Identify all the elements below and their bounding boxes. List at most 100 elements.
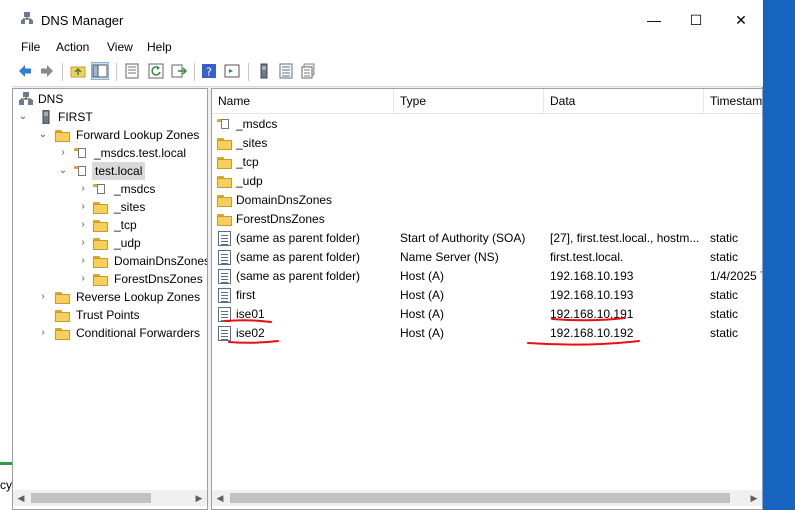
folder-icon bbox=[93, 236, 109, 250]
forward-arrow-icon[interactable] bbox=[39, 63, 55, 79]
column-header-timestamp[interactable]: Timestam bbox=[704, 89, 762, 113]
up-folder-icon[interactable] bbox=[70, 63, 86, 79]
collapse-chevron-icon[interactable]: ⌄ bbox=[58, 162, 68, 180]
expand-chevron-icon[interactable]: › bbox=[78, 216, 88, 234]
column-header-data[interactable]: Data bbox=[544, 89, 704, 113]
cell-type: Host (A) bbox=[400, 288, 445, 302]
cell-name: (same as parent folder) bbox=[236, 250, 361, 264]
tree-horizontal-scrollbar[interactable]: ◀ ▶ bbox=[13, 490, 207, 506]
expand-chevron-icon[interactable]: › bbox=[78, 270, 88, 288]
tree-label: Forward Lookup Zones bbox=[76, 128, 200, 142]
list-item[interactable]: ForestDnsZones bbox=[212, 210, 762, 229]
list-item[interactable]: _msdcs bbox=[212, 115, 762, 134]
tree-item-trust-points[interactable]: Trust Points bbox=[13, 306, 140, 324]
cell-type: Host (A) bbox=[400, 269, 445, 283]
expand-chevron-icon[interactable]: › bbox=[78, 234, 88, 252]
tree-item-conditional-forwarders[interactable]: › Conditional Forwarders bbox=[13, 324, 200, 342]
table-row[interactable]: (same as parent folder) Start of Authori… bbox=[212, 229, 762, 248]
tree-label: _sites bbox=[114, 200, 146, 214]
minimize-button[interactable]: — bbox=[640, 9, 668, 31]
tree-item-sites[interactable]: › _sites bbox=[13, 198, 145, 216]
folder-icon bbox=[217, 193, 233, 207]
dns-record-icon bbox=[218, 288, 231, 303]
column-header-name[interactable]: Name bbox=[212, 89, 394, 113]
tree-label: _msdcs.test.local bbox=[94, 146, 187, 160]
expand-chevron-icon[interactable]: › bbox=[78, 252, 88, 270]
folder-icon bbox=[55, 128, 71, 142]
cell-name: DomainDnsZones bbox=[236, 193, 333, 207]
console-tree-pane: DNS ⌄ FIRST ⌄ Forward Lookup Zones › _ms… bbox=[12, 88, 208, 510]
menu-help[interactable]: Help bbox=[147, 40, 172, 54]
cell-timestamp: static bbox=[710, 250, 739, 264]
dns-manager-window: DNS Manager — ☐ ✕ File Action View Help … bbox=[12, 0, 763, 510]
column-header-type[interactable]: Type bbox=[394, 89, 544, 113]
tree-item-msdcs[interactable]: › _msdcs bbox=[13, 180, 155, 198]
tree-label: _msdcs bbox=[114, 182, 156, 196]
tree-item-domaindnszones[interactable]: › DomainDnsZones bbox=[13, 252, 207, 270]
close-button[interactable]: ✕ bbox=[727, 9, 755, 31]
collapse-chevron-icon[interactable]: ⌄ bbox=[38, 126, 48, 144]
list-item[interactable]: DomainDnsZones bbox=[212, 191, 762, 210]
expand-chevron-icon[interactable]: › bbox=[78, 198, 88, 216]
folder-icon bbox=[217, 174, 233, 188]
scroll-left-arrow-icon[interactable]: ◀ bbox=[212, 490, 228, 506]
scroll-left-arrow-icon[interactable]: ◀ bbox=[13, 490, 29, 506]
table-row[interactable]: (same as parent folder) Host (A) 192.168… bbox=[212, 267, 763, 286]
list-item[interactable]: _udp bbox=[212, 172, 762, 191]
cell-name: _sites bbox=[236, 136, 268, 150]
tree-item-reverse-lookup-zones[interactable]: › Reverse Lookup Zones bbox=[13, 288, 200, 306]
server-icon bbox=[42, 110, 50, 124]
window-title: DNS Manager bbox=[41, 13, 124, 28]
desktop-background-right bbox=[763, 0, 795, 510]
tree-label: _udp bbox=[114, 236, 141, 250]
action-pane-icon[interactable] bbox=[224, 63, 240, 79]
scroll-right-arrow-icon[interactable]: ▶ bbox=[746, 490, 762, 506]
list-item[interactable]: _tcp bbox=[212, 153, 762, 172]
desktop-green-bar bbox=[0, 462, 12, 465]
cell-timestamp: 1/4/2025 7 bbox=[710, 269, 763, 283]
menu-action[interactable]: Action bbox=[56, 40, 89, 54]
records-stack-icon[interactable] bbox=[300, 63, 316, 79]
tree-item-test-local[interactable]: ⌄ test.local bbox=[13, 162, 146, 180]
tree-item-udp[interactable]: › _udp bbox=[13, 234, 141, 252]
tree-label-selected: test.local bbox=[92, 162, 146, 180]
scrollbar-thumb[interactable] bbox=[230, 493, 730, 503]
title-bar: DNS Manager — ☐ ✕ bbox=[12, 0, 763, 38]
table-row[interactable]: first Host (A) 192.168.10.193 static bbox=[212, 286, 762, 305]
table-row[interactable]: (same as parent folder) Name Server (NS)… bbox=[212, 248, 762, 267]
export-list-icon[interactable] bbox=[171, 63, 187, 79]
tree-label: ForestDnsZones bbox=[114, 272, 203, 286]
cell-data: 192.168.10.193 bbox=[550, 288, 634, 302]
scroll-right-arrow-icon[interactable]: ▶ bbox=[191, 490, 207, 506]
properties-icon[interactable] bbox=[124, 63, 140, 79]
expand-chevron-icon[interactable]: › bbox=[38, 324, 48, 342]
desktop-partial-text: cy bbox=[0, 478, 12, 492]
refresh-icon[interactable] bbox=[148, 63, 164, 79]
tree-label: _tcp bbox=[114, 218, 137, 232]
scrollbar-thumb[interactable] bbox=[31, 493, 151, 503]
tree-item-tcp[interactable]: › _tcp bbox=[13, 216, 137, 234]
tree-label: DomainDnsZones bbox=[114, 254, 208, 268]
red-underline-annotations bbox=[224, 317, 640, 346]
maximize-button[interactable]: ☐ bbox=[682, 9, 710, 31]
help-icon[interactable]: ? bbox=[201, 63, 217, 79]
expand-chevron-icon[interactable]: › bbox=[78, 180, 88, 198]
list-item[interactable]: _sites bbox=[212, 134, 762, 153]
menu-view[interactable]: View bbox=[107, 40, 133, 54]
tree-label: Reverse Lookup Zones bbox=[76, 290, 201, 304]
collapse-chevron-icon[interactable]: ⌄ bbox=[18, 108, 28, 126]
expand-chevron-icon[interactable]: › bbox=[38, 288, 48, 306]
show-hide-tree-icon[interactable] bbox=[91, 62, 109, 80]
tree-item-msdcs-zone[interactable]: › _msdcs.test.local bbox=[13, 144, 186, 162]
cell-data: 192.168.10.193 bbox=[550, 269, 634, 283]
expand-chevron-icon[interactable]: › bbox=[58, 144, 68, 162]
back-arrow-icon[interactable] bbox=[17, 63, 33, 79]
tree-item-forestdnszones[interactable]: › ForestDnsZones bbox=[13, 270, 203, 288]
zone-icon bbox=[93, 182, 109, 196]
tree-item-forward-lookup-zones[interactable]: ⌄ Forward Lookup Zones bbox=[13, 126, 199, 144]
cell-name: _udp bbox=[236, 174, 263, 188]
menu-file[interactable]: File bbox=[21, 40, 40, 54]
server-icon[interactable] bbox=[256, 63, 272, 79]
record-list-icon[interactable] bbox=[278, 63, 294, 79]
list-horizontal-scrollbar[interactable]: ◀ ▶ bbox=[212, 490, 762, 506]
